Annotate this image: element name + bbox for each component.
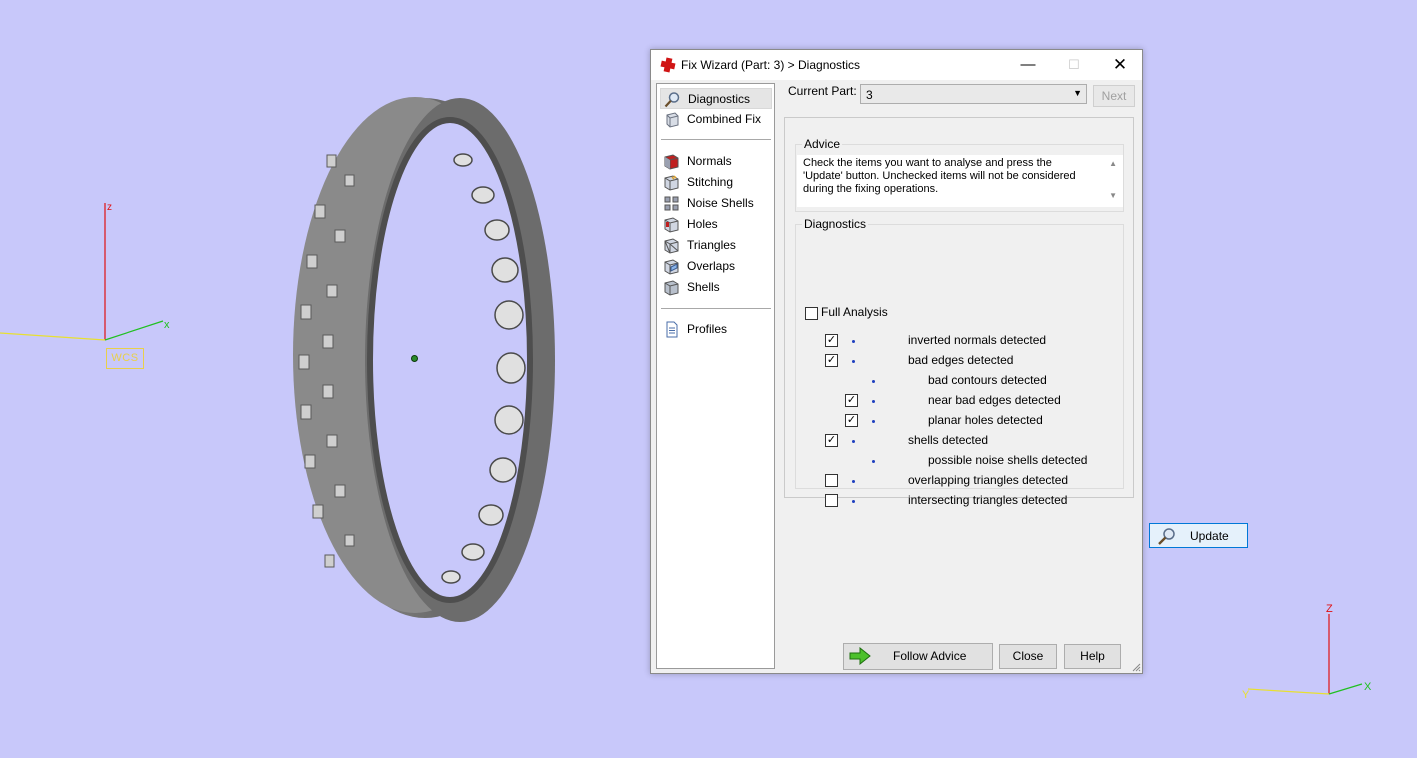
- next-button[interactable]: Next: [1093, 85, 1135, 107]
- current-part-label: Current Part:: [788, 84, 857, 98]
- red-cross-icon: [660, 57, 676, 73]
- status-bullet: [852, 500, 855, 503]
- nav-item-noise-shells[interactable]: Noise Shells: [660, 193, 772, 214]
- rotation-center-marker: [411, 355, 418, 362]
- axis-z-label-right: Z: [1326, 603, 1333, 615]
- advice-text: Check the items you want to analyse and …: [803, 157, 1076, 195]
- status-bullet: [872, 400, 875, 403]
- diagnostic-label: possible noise shells detected: [928, 453, 1088, 467]
- close-button[interactable]: Close: [999, 644, 1057, 669]
- nav-label: Triangles: [687, 238, 736, 252]
- nav-item-shells[interactable]: Shells: [660, 277, 772, 298]
- nav-item-combined-fix[interactable]: Combined Fix: [660, 109, 772, 130]
- document-icon: [666, 321, 678, 338]
- diagnostic-label: inverted normals detected: [908, 333, 1047, 347]
- diagnostics-page: Advice Check the items you want to analy…: [784, 117, 1248, 548]
- diagnostic-label: intersecting triangles detected: [908, 493, 1068, 507]
- full-analysis-label: Full Analysis: [821, 305, 888, 319]
- nav-item-holes[interactable]: Holes: [660, 214, 772, 235]
- nav-label: Overlaps: [687, 259, 736, 273]
- status-bullet: [852, 440, 855, 443]
- diagnostic-checkbox[interactable]: ✓: [845, 414, 858, 427]
- title-bar[interactable]: Fix Wizard (Part: 3) > Diagnostics — ☐ ✕: [651, 50, 1142, 80]
- shells-icon: [664, 280, 679, 296]
- diagnostic-checkbox[interactable]: ✓: [825, 354, 838, 367]
- view-axes-right: [1247, 614, 1363, 695]
- chevron-down-icon: ▼: [1073, 88, 1082, 98]
- diagnostic-label: near bad edges detected: [928, 393, 1061, 407]
- diagnostic-checkbox[interactable]: [825, 474, 838, 487]
- wcs-label: WCS: [106, 348, 144, 369]
- diagnostic-checkbox[interactable]: [825, 494, 838, 507]
- nav-label: Shells: [687, 280, 720, 294]
- magnifier-icon: [1158, 528, 1175, 545]
- status-bullet: [852, 360, 855, 363]
- diagnostic-checkbox[interactable]: ✓: [825, 434, 838, 447]
- magnifier-icon: [664, 92, 680, 108]
- nav-item-profiles[interactable]: Profiles: [660, 319, 772, 340]
- maximize-button[interactable]: ☐: [1051, 50, 1097, 80]
- nav-label: Normals: [687, 154, 732, 168]
- status-bullet: [852, 340, 855, 343]
- diagnostics-title: Diagnostics: [802, 217, 869, 231]
- diagnostic-label: bad edges detected: [908, 353, 1014, 367]
- full-analysis-checkbox[interactable]: [805, 307, 818, 320]
- diagnostic-label: bad contours detected: [928, 373, 1047, 387]
- wizard-nav-panel: Diagnostics Combined Fix Normals Stitchi…: [656, 83, 775, 669]
- nav-label: Stitching: [687, 175, 734, 189]
- resize-grip-icon[interactable]: [1131, 662, 1141, 672]
- axis-y-label-right: Y: [1242, 689, 1250, 701]
- close-window-button[interactable]: ✕: [1097, 50, 1143, 80]
- window-title: Fix Wizard (Part: 3) > Diagnostics: [681, 58, 861, 72]
- scroll-down-icon[interactable]: ▼: [1109, 191, 1117, 200]
- nav-label: Combined Fix: [687, 112, 762, 126]
- nav-item-overlaps[interactable]: Overlaps: [660, 256, 772, 277]
- current-part-select[interactable]: 3 ▼: [860, 84, 1087, 104]
- current-part-value: 3: [866, 88, 873, 102]
- status-bullet: [872, 380, 875, 383]
- normals-icon: [664, 154, 679, 170]
- advice-title: Advice: [802, 137, 843, 151]
- nav-separator: [661, 308, 771, 309]
- nav-item-diagnostics[interactable]: Diagnostics: [660, 88, 772, 109]
- status-bullet: [872, 460, 875, 463]
- advice-text-box[interactable]: Check the items you want to analyse and …: [797, 155, 1123, 207]
- update-button[interactable]: Update: [1149, 523, 1248, 548]
- holes-icon: [664, 217, 679, 233]
- axis-x-label-right: X: [1364, 681, 1372, 693]
- nav-item-stitching[interactable]: Stitching: [660, 172, 772, 193]
- minimize-button[interactable]: —: [1005, 50, 1051, 80]
- diagnostic-label: shells detected: [908, 433, 989, 447]
- status-bullet: [852, 480, 855, 483]
- stitching-icon: [664, 175, 679, 191]
- nav-item-triangles[interactable]: Triangles: [660, 235, 772, 256]
- nav-label: Profiles: [687, 322, 728, 336]
- nav-item-normals[interactable]: Normals: [660, 151, 772, 172]
- cube-icon: [666, 112, 679, 128]
- arrow-right-icon: [849, 647, 871, 665]
- follow-advice-label: Follow Advice: [893, 649, 967, 663]
- axis-x-label: x: [164, 319, 170, 331]
- nav-label: Diagnostics: [688, 92, 751, 106]
- status-bullet: [872, 420, 875, 423]
- update-label: Update: [1190, 529, 1229, 543]
- noise-shells-icon: [664, 196, 679, 211]
- nav-label: Noise Shells: [687, 196, 754, 210]
- wcs-axes-left: [0, 203, 164, 341]
- overlaps-icon: [664, 259, 679, 275]
- diagnostic-checkbox[interactable]: ✓: [845, 394, 858, 407]
- fix-wizard-dialog: Fix Wizard (Part: 3) > Diagnostics — ☐ ✕…: [650, 49, 1248, 674]
- help-button[interactable]: Help: [1064, 644, 1121, 669]
- nav-label: Holes: [687, 217, 718, 231]
- diagnostic-label: planar holes detected: [928, 413, 1043, 427]
- diagnostic-label: overlapping triangles detected: [908, 473, 1069, 487]
- follow-advice-button[interactable]: Follow Advice: [843, 643, 993, 670]
- nav-separator: [661, 139, 771, 140]
- scroll-up-icon[interactable]: ▲: [1109, 159, 1117, 168]
- axis-z-label: z: [107, 202, 112, 213]
- diagnostic-checkbox[interactable]: ✓: [825, 334, 838, 347]
- triangles-icon: [664, 238, 679, 254]
